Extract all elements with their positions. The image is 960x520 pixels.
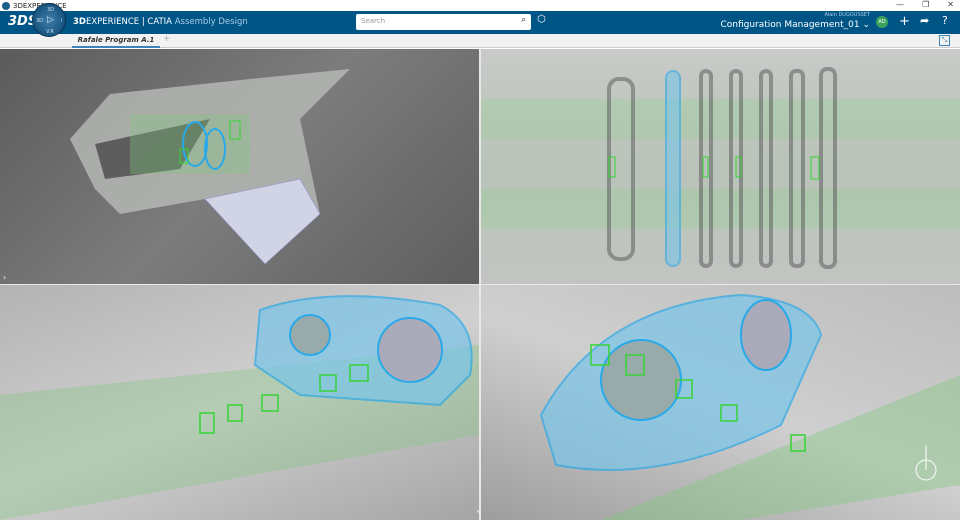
help-icon[interactable]: ? xyxy=(942,14,948,27)
viewport-top-right[interactable] xyxy=(481,49,960,284)
compass-top[interactable]: 3D xyxy=(47,7,54,13)
viewport-bottom-left[interactable] xyxy=(0,285,479,520)
close-button[interactable]: ✕ xyxy=(947,0,954,9)
compass-bottom[interactable]: V.R xyxy=(46,29,54,35)
compass-right[interactable]: i xyxy=(61,18,62,24)
expand-panel-arrow-icon[interactable]: › xyxy=(3,273,6,282)
compass-left[interactable]: 3D xyxy=(36,18,43,24)
search-icon[interactable]: ⌕ xyxy=(521,15,526,25)
tag-icon[interactable]: ⬡ xyxy=(537,14,546,25)
collaborative-space-dropdown[interactable]: Configuration Management_01 ⌄ xyxy=(720,20,870,30)
plus-icon[interactable]: + xyxy=(899,14,910,29)
viewport-splitter-horizontal[interactable] xyxy=(0,284,960,285)
minimize-button[interactable]: — xyxy=(896,0,904,9)
app-title: 3DEXPERIENCE | CATIA Assembly Design xyxy=(73,17,248,27)
share-icon[interactable]: ➦ xyxy=(920,14,929,27)
window-titlebar: 3DEXPERIENCE — ❐ ✕ xyxy=(0,0,960,11)
tab-rafale-program[interactable]: Rafale Program A.1 xyxy=(72,34,160,48)
avatar[interactable]: AD xyxy=(876,16,888,28)
user-name: Alain DUGOUSSET xyxy=(824,12,870,18)
compass-widget[interactable]: 3D 3D ▷ i V.R xyxy=(32,3,66,37)
selected-part xyxy=(665,70,681,267)
action-bar-toggle-icon[interactable]: ˄ xyxy=(476,510,480,519)
app-logo-icon xyxy=(2,1,10,10)
restore-button[interactable]: ❐ xyxy=(922,0,929,9)
play-icon[interactable]: ▷ xyxy=(47,15,54,25)
viewport-top-left[interactable] xyxy=(0,49,479,284)
search-input[interactable]: Search ⌕ xyxy=(356,14,531,30)
fullscreen-icon[interactable]: ⤡ xyxy=(939,35,950,46)
viewport-bottom-right[interactable] xyxy=(481,285,960,520)
top-bar: 3DS 3DEXPERIENCE | CATIA Assembly Design… xyxy=(0,11,960,34)
tab-bar: Rafale Program A.1 + ⤡ xyxy=(0,34,960,48)
add-tab-button[interactable]: + xyxy=(163,34,171,44)
